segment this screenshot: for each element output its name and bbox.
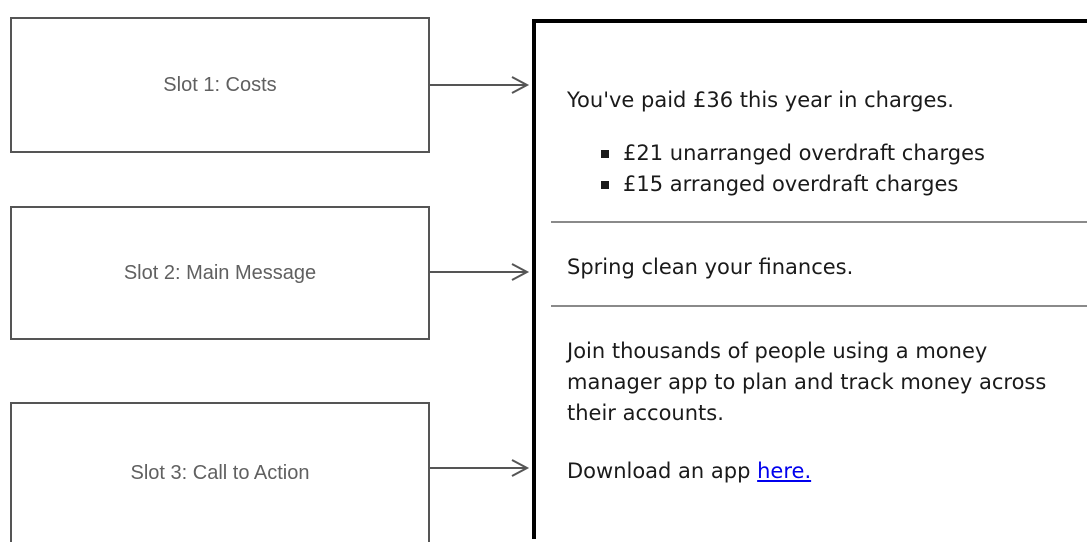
message-panel: You've paid £36 this year in charges. £2… xyxy=(532,19,1087,539)
charge-item-arranged: £15 arranged overdraft charges xyxy=(601,169,985,200)
divider xyxy=(551,305,1087,307)
call-to-action: Download an app here. xyxy=(567,456,811,487)
charges-list: £21 unarranged overdraft charges £15 arr… xyxy=(601,138,985,200)
costs-summary: You've paid £36 this year in charges. xyxy=(567,88,954,112)
body-text: Join thousands of people using a money m… xyxy=(567,339,1047,425)
cta-prefix: Download an app xyxy=(567,459,758,483)
download-app-link[interactable]: here. xyxy=(757,459,811,483)
divider xyxy=(551,221,1087,223)
charge-item-unarranged: £21 unarranged overdraft charges xyxy=(601,138,985,169)
main-message: Spring clean your finances. xyxy=(567,255,854,279)
